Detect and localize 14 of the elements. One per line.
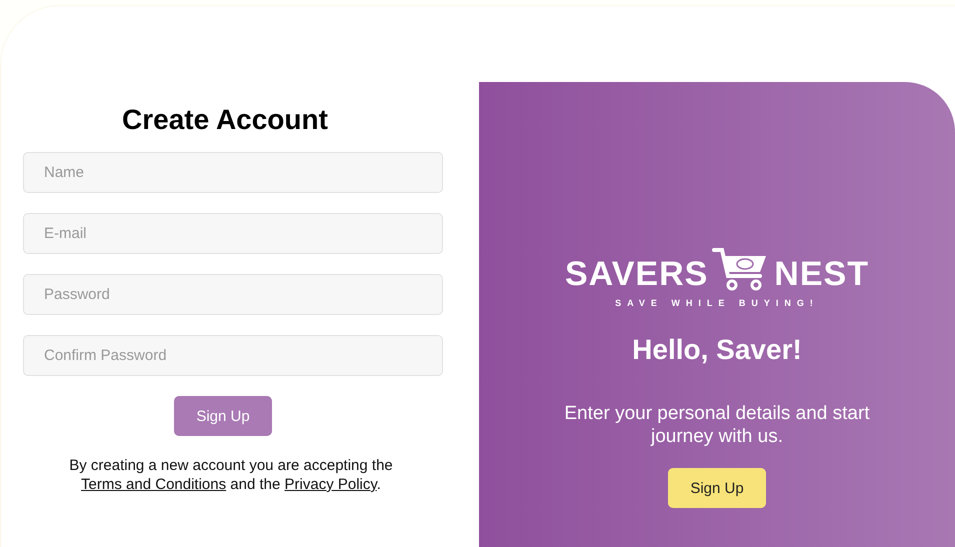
logo-text: SAVERS [565,256,708,292]
logo-tagline: SAVE WHILE BUYING! [615,298,819,308]
sign-up-button[interactable]: Sign Up [668,468,766,508]
input-field[interactable]: Confirm Password [23,335,443,376]
form-title: Create Account [122,104,328,136]
input-field[interactable]: E-mail [23,213,443,254]
terms-text: By creating a new account you are accepting the Terms and Conditions and the Privacy Policy. [68,456,394,494]
privacy-link[interactable]: Privacy Policy [284,476,377,493]
input-field[interactable]: Name [23,152,443,193]
terms-link[interactable]: Terms and Conditions [81,476,226,493]
logo-text: NEST [774,256,869,292]
panel-heading: Hello, Saver! [632,334,802,366]
input-field[interactable]: Password [23,274,443,315]
panel-text: Enter your personal details and start journey with us. [563,402,871,448]
